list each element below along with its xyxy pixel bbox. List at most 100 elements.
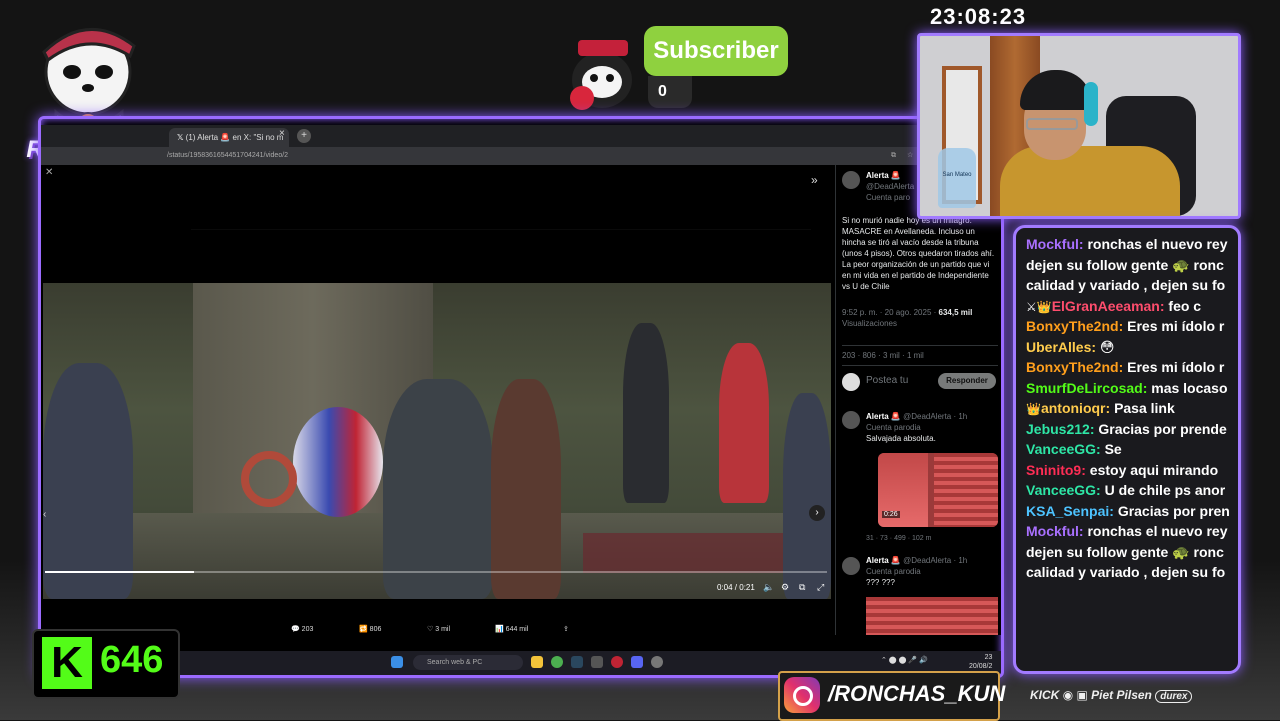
chat-username[interactable]: VanceeGG: xyxy=(1026,441,1101,457)
water-bottle: San Mateo xyxy=(938,148,976,208)
chat-username[interactable]: Sninito9: xyxy=(1026,462,1086,478)
chat-message: SmurfDeLircosad: mas locaso xyxy=(1026,378,1234,398)
taskbar-clock: 23 20/08/2 xyxy=(969,654,993,670)
video-prev-icon[interactable]: ‹ xyxy=(43,509,46,520)
reply-author-handle[interactable]: @DeadAlerta · 1h xyxy=(903,412,967,421)
chat-text: Eres mi ídolo r xyxy=(1127,318,1225,334)
video-player[interactable] xyxy=(43,283,831,599)
new-tab-button[interactable]: + xyxy=(297,129,311,143)
chat-username[interactable]: ElGranAeeaman: xyxy=(1052,298,1165,314)
app-icon[interactable] xyxy=(591,656,603,668)
fullscreen-icon[interactable]: ⤢ xyxy=(817,582,824,593)
reply-author-avatar[interactable] xyxy=(842,557,860,575)
settings-icon[interactable] xyxy=(651,656,663,668)
sponsor-pilsen: Pilsen xyxy=(1116,688,1152,702)
webcam-feed: San Mateo xyxy=(917,33,1241,219)
chat-message: BonxyThe2nd: Eres mi ídolo r xyxy=(1026,316,1234,336)
post-reply-count[interactable]: 203 xyxy=(842,351,855,360)
reply-media[interactable] xyxy=(866,597,998,635)
chrome-icon[interactable] xyxy=(551,656,563,668)
chat-badge-icon: ⚔👑 xyxy=(1026,299,1052,314)
reply-text: Salvajada absoluta. xyxy=(866,434,936,443)
chat-username[interactable]: BonxyThe2nd: xyxy=(1026,359,1123,375)
chat-message: ⚔👑ElGranAeeaman: feo c xyxy=(1026,296,1234,317)
chat-text: calidad y variado , dejen su fo xyxy=(1026,277,1226,293)
reply-input[interactable]: Postea tu xyxy=(866,375,908,386)
subscriber-label: Subscriber xyxy=(644,26,788,76)
chat-text: U de chile ps anor xyxy=(1104,482,1226,498)
chat-username[interactable]: KSA_Senpai: xyxy=(1026,503,1114,519)
like-icon[interactable]: ♡ 3 mil xyxy=(427,625,450,633)
taskbar-tray: ⌃ ⬤ ⬤ 🎤 🔊 xyxy=(881,657,928,664)
chat-username[interactable]: UberAlles: xyxy=(1026,339,1096,355)
chat-message: VanceeGG: U de chile ps anor xyxy=(1026,480,1234,500)
sponsor-piet: Piet xyxy=(1091,688,1114,702)
chat-text: dejen su follow gente 🐢 ronc xyxy=(1026,256,1224,273)
author-avatar[interactable] xyxy=(842,171,860,189)
volume-icon[interactable]: 🔈 xyxy=(763,582,774,593)
views-icon[interactable]: 📊 644 mil xyxy=(495,625,528,633)
post-bookmark-count[interactable]: 1 mil xyxy=(907,351,924,360)
chat-username[interactable]: Jebus212: xyxy=(1026,421,1094,437)
sponsor-kick: KICK xyxy=(1030,688,1060,702)
reply-author-name[interactable]: Alerta 🚨 xyxy=(866,412,901,421)
post-stats: 203 · 806 · 3 mil · 1 mil xyxy=(842,345,998,366)
repost-icon[interactable]: 🔁 806 xyxy=(359,625,381,633)
reply-icon[interactable]: 💬 203 xyxy=(291,625,313,633)
chat-badge-icon: 👑 xyxy=(1026,402,1041,416)
settings-icon[interactable]: ⚙ xyxy=(781,582,789,593)
streamer-body xyxy=(1000,146,1180,216)
chat-username[interactable]: Mockful: xyxy=(1026,236,1084,252)
star-icon[interactable]: ☆ xyxy=(907,147,913,165)
reply-media[interactable]: 0:26 xyxy=(878,453,998,527)
chat-text: 😳 xyxy=(1099,338,1115,355)
post-like-count[interactable]: 3 mil xyxy=(883,351,900,360)
reply-avatar xyxy=(842,373,860,391)
windows-start-icon[interactable] xyxy=(391,656,403,668)
chat-message: calidad y variado , dejen su fo xyxy=(1026,275,1234,295)
kick-follower-widget: K 646 xyxy=(32,629,180,699)
subscriber-mascot xyxy=(562,36,640,112)
picture-in-picture-icon[interactable]: ⧉ xyxy=(799,582,805,593)
chat-message: Sninito9: estoy aqui mirando xyxy=(1026,460,1234,480)
expand-panel-icon[interactable]: » xyxy=(811,173,818,187)
chat-message: Mockful: ronchas el nuevo rey xyxy=(1026,234,1234,254)
share-icon[interactable]: ⇪ xyxy=(563,625,569,633)
reply-author-avatar[interactable] xyxy=(842,411,860,429)
chat-text: Pasa link xyxy=(1114,400,1175,416)
reply-text: ??? ??? xyxy=(866,578,895,587)
chat-username[interactable]: BonxyThe2nd: xyxy=(1026,318,1123,334)
tab-close-icon[interactable]: × xyxy=(279,128,285,139)
tab-title: (1) Alerta 🚨 en X: "Si no m xyxy=(185,133,284,142)
chat-message: Mockful: ronchas el nuevo rey xyxy=(1026,521,1234,541)
sponsor-bar: KICK ◉ ▣ Piet Pilsen durex xyxy=(1030,688,1193,703)
browser-tab[interactable]: 𝕏 (1) Alerta 🚨 en X: "Si no m xyxy=(169,128,289,147)
discord-icon[interactable] xyxy=(631,656,643,668)
kick-logo-icon: K xyxy=(42,637,92,689)
steam-icon[interactable] xyxy=(571,656,583,668)
close-viewer-icon[interactable]: ✕ xyxy=(45,167,53,178)
chat-username[interactable]: VanceeGG: xyxy=(1026,482,1101,498)
chat-message: UberAlles: 😳 xyxy=(1026,337,1234,357)
post-repost-count[interactable]: 806 xyxy=(862,351,875,360)
media-viewer: ✕ ‹ › » 0:04 / 0:21 🔈 ⚙ ⧉ ⤢ 💬 203 🔁 806 xyxy=(41,165,835,635)
chat-message: calidad y variado , dejen su fo xyxy=(1026,562,1234,582)
taskbar-search[interactable]: Search web & PC xyxy=(413,655,523,670)
video-next-icon[interactable]: › xyxy=(809,505,825,521)
obs-icon[interactable] xyxy=(611,656,623,668)
chat-username[interactable]: SmurfDeLircosad: xyxy=(1026,380,1147,396)
address-bar[interactable]: /status/1958361654451704241/video/2 ⧉ ☆ xyxy=(41,147,1001,165)
browser-tab-bar: 𝕏 (1) Alerta 🚨 en X: "Si no m × + xyxy=(41,125,1001,147)
chat-username[interactable]: Mockful: xyxy=(1026,523,1084,539)
chat-username[interactable]: antonioqr: xyxy=(1041,400,1110,416)
extension-icon[interactable]: ⧉ xyxy=(891,147,896,165)
reply-button[interactable]: Responder xyxy=(938,373,996,389)
chat-message: 👑antonioqr: Pasa link xyxy=(1026,398,1234,419)
reply-media-time: 0:26 xyxy=(882,511,900,518)
chat-text: Se xyxy=(1104,441,1122,457)
reply-author-name[interactable]: Alerta 🚨 xyxy=(866,556,901,565)
reply-author-handle[interactable]: @DeadAlerta · 1h xyxy=(903,556,967,565)
post-views-label: Visualizaciones xyxy=(842,319,897,328)
file-explorer-icon[interactable] xyxy=(531,656,543,668)
screen-capture: 𝕏 (1) Alerta 🚨 en X: "Si no m × + /statu… xyxy=(38,116,1004,678)
